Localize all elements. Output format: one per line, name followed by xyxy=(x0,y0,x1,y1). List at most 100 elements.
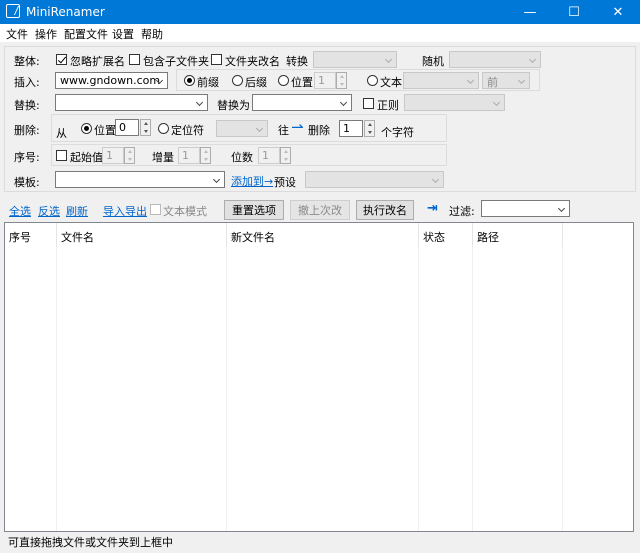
seq-start-label: 起始值 xyxy=(70,151,103,164)
seq-digits-label: 位数 xyxy=(231,151,253,164)
seq-start-input[interactable]: 1 xyxy=(102,147,124,164)
seq-digits-input[interactable]: 1 xyxy=(258,147,280,164)
undo-last-button[interactable]: 撤上次改 xyxy=(290,200,350,220)
pin-icon[interactable]: ⇥ xyxy=(427,201,438,216)
refresh-link[interactable]: 刷新 xyxy=(66,203,88,219)
menu-file[interactable]: 文件 xyxy=(6,26,28,42)
seq-step-stepper[interactable] xyxy=(200,147,211,164)
seq-start-stepper[interactable] xyxy=(124,147,135,164)
delete-position-label: 位置 xyxy=(94,124,116,137)
filter-combo[interactable] xyxy=(481,200,570,217)
add-to-preset-link[interactable]: 添加到→ xyxy=(231,173,273,189)
reset-options-button[interactable]: 重置选项 xyxy=(224,200,284,220)
folder-rename-label: 文件夹改名 xyxy=(225,55,280,68)
convert-label: 转换 xyxy=(286,55,308,68)
insert-front-select[interactable]: 前 xyxy=(482,72,530,89)
grid-column xyxy=(419,247,473,531)
random-label: 随机 xyxy=(422,55,444,68)
text-mode-label: 文本模式 xyxy=(163,205,207,218)
menu-operate[interactable]: 操作 xyxy=(35,26,57,42)
invert-selection-link[interactable]: 反选 xyxy=(38,203,60,219)
chevron-down-icon xyxy=(517,76,526,85)
insert-position-input[interactable]: 1 xyxy=(314,72,336,89)
suffix-label: 后缀 xyxy=(245,76,267,89)
replace-label: 替换: xyxy=(14,99,40,112)
maximize-button[interactable]: ☐ xyxy=(552,0,596,24)
random-select[interactable] xyxy=(449,51,541,68)
chevron-down-icon xyxy=(339,98,348,107)
prefix-radio[interactable] xyxy=(184,75,195,86)
delete-position-input[interactable]: 0 xyxy=(115,119,139,136)
whole-label: 整体: xyxy=(14,55,40,68)
col-header-filename[interactable]: 文件名 xyxy=(57,223,227,247)
regex-label: 正则 xyxy=(377,99,399,112)
seq-digits-stepper[interactable] xyxy=(280,147,291,164)
col-header-status[interactable]: 状态 xyxy=(419,223,473,247)
suffix-radio[interactable] xyxy=(232,75,243,86)
col-header-index[interactable]: 序号 xyxy=(5,223,57,247)
insert-text-combo[interactable]: www.gndown.com xyxy=(55,72,168,89)
insert-position-stepper[interactable] xyxy=(336,72,347,89)
preset-select[interactable] xyxy=(305,171,444,188)
menu-settings[interactable]: 设置 xyxy=(112,26,134,42)
grid-column xyxy=(473,247,563,531)
template-combo[interactable] xyxy=(55,171,225,188)
seq-step-input[interactable]: 1 xyxy=(178,147,200,164)
select-all-link[interactable]: 全选 xyxy=(9,203,31,219)
chevron-down-icon xyxy=(492,98,501,107)
include-sub-checkbox[interactable] xyxy=(129,54,140,65)
filter-label: 过滤: xyxy=(449,205,475,218)
template-label: 模板: xyxy=(14,176,40,189)
chevron-down-icon xyxy=(528,55,537,64)
grid-column xyxy=(57,247,227,531)
col-header-newname[interactable]: 新文件名 xyxy=(227,223,419,247)
direction-label: 往 xyxy=(278,124,289,137)
insert-label: 插入: xyxy=(14,76,40,89)
delete-label: 删除: xyxy=(14,124,40,137)
chevron-down-icon xyxy=(557,204,566,213)
delete-position-radio[interactable] xyxy=(81,123,92,134)
chevron-down-icon xyxy=(255,124,264,133)
delete-count-input[interactable]: 1 xyxy=(339,120,363,137)
locator-radio[interactable] xyxy=(158,123,169,134)
file-list[interactable]: 序号 文件名 新文件名 状态 路径 xyxy=(4,222,634,532)
seq-start-checkbox[interactable] xyxy=(56,150,67,161)
execute-rename-button[interactable]: 执行改名 xyxy=(356,200,414,220)
folder-rename-checkbox[interactable] xyxy=(211,54,222,65)
menu-help[interactable]: 帮助 xyxy=(141,26,163,42)
menu-profile[interactable]: 配置文件 xyxy=(64,26,108,42)
minimize-button[interactable]: — xyxy=(508,0,552,24)
ignore-ext-label: 忽略扩展名 xyxy=(70,55,125,68)
regex-checkbox[interactable] xyxy=(363,98,374,109)
grid-column xyxy=(227,247,419,531)
grid-column xyxy=(5,247,57,531)
replace-to-label: 替换为 xyxy=(217,99,250,112)
seq-label: 序号: xyxy=(14,151,40,164)
position-radio[interactable] xyxy=(278,75,289,86)
delete-from-label: 从 xyxy=(56,127,67,140)
ignore-ext-checkbox[interactable] xyxy=(56,54,67,65)
include-sub-label: 包含子文件夹 xyxy=(143,55,209,68)
delete-position-stepper[interactable] xyxy=(140,119,151,136)
delete-count-stepper[interactable] xyxy=(364,120,375,137)
regex-select[interactable] xyxy=(404,94,505,111)
locator-select[interactable] xyxy=(216,120,268,137)
replace-from-combo[interactable] xyxy=(55,94,208,111)
position-label: 位置 xyxy=(291,76,313,89)
col-header-path[interactable]: 路径 xyxy=(473,223,563,247)
text-radio[interactable] xyxy=(367,75,378,86)
replace-to-combo[interactable] xyxy=(252,94,352,111)
chevron-down-icon xyxy=(384,55,393,64)
chevron-down-icon xyxy=(431,175,440,184)
import-export-link[interactable]: 导入导出 xyxy=(103,203,147,219)
convert-select[interactable] xyxy=(313,51,397,68)
seq-step-label: 增量 xyxy=(152,151,174,164)
title-bar: MiniRenamer — ☐ ✕ xyxy=(0,0,640,24)
chars-label: 个字符 xyxy=(381,126,414,139)
text-mode-checkbox[interactable] xyxy=(150,204,161,215)
close-button[interactable]: ✕ xyxy=(596,0,640,24)
direction-arrow-icon[interactable]: ⇀ xyxy=(291,118,304,136)
app-icon xyxy=(6,4,20,18)
chevron-down-icon xyxy=(212,175,221,184)
insert-text-select[interactable] xyxy=(403,72,479,89)
